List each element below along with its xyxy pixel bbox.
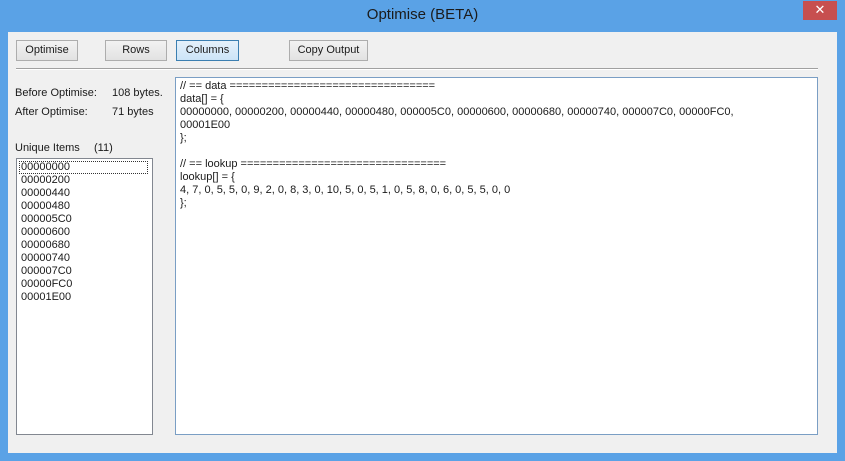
list-item[interactable]: 00001E00 [19,291,150,304]
list-item[interactable]: 00000600 [19,226,150,239]
output-line: }; [180,197,187,209]
after-optimise-value: 71 bytes [112,106,154,118]
list-item[interactable]: 00000200 [19,174,150,187]
output-line: 00000000, 00000200, 00000440, 00000480, … [180,106,734,118]
list-item[interactable]: 00000740 [19,252,150,265]
toolbar-separator [16,68,818,70]
close-button[interactable]: ✕ [803,1,837,20]
list-item[interactable]: 00000680 [19,239,150,252]
list-item[interactable]: 00000440 [19,187,150,200]
output-line: data[] = { [180,93,224,105]
rows-button[interactable]: Rows [105,40,167,61]
output-textarea[interactable]: // == data =============================… [175,77,818,435]
list-item[interactable]: 00000FC0 [19,278,150,291]
output-line: }; [180,132,187,144]
title-bar[interactable]: Optimise (BETA) ✕ [0,0,845,32]
output-line: // == data =============================… [180,80,436,92]
output-line: 00001E00 [180,119,231,131]
output-line: 4, 7, 0, 5, 5, 0, 9, 2, 0, 8, 3, 0, 10, … [180,184,511,196]
unique-items-label: Unique Items [15,142,80,154]
before-optimise-label: Before Optimise: [15,87,97,99]
list-item[interactable]: 00000480 [19,200,150,213]
optimise-button[interactable]: Optimise [16,40,78,61]
optimise-window: Optimise (BETA) ✕ Optimise Rows Columns … [0,0,845,461]
output-line: // == lookup ===========================… [180,158,447,170]
before-optimise-value: 108 bytes. [112,87,163,99]
unique-items-list[interactable]: 00000000 00000200 00000440 00000480 0000… [16,158,153,435]
client-area: Optimise Rows Columns Copy Output Before… [8,32,837,453]
after-optimise-label: After Optimise: [15,106,88,118]
list-item[interactable]: 00000000 [19,161,148,174]
unique-items-count: (11) [94,142,113,154]
columns-button[interactable]: Columns [176,40,239,61]
window-title: Optimise (BETA) [366,6,479,23]
list-item[interactable]: 000007C0 [19,265,150,278]
close-icon: ✕ [814,3,826,18]
list-item[interactable]: 000005C0 [19,213,150,226]
output-line: lookup[] = { [180,171,235,183]
copy-output-button[interactable]: Copy Output [289,40,368,61]
